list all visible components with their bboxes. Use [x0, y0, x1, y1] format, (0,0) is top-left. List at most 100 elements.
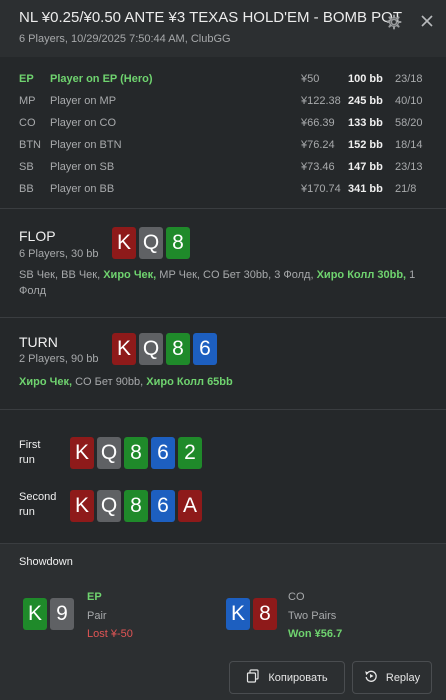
- playing-card: K: [112, 333, 136, 365]
- showdown-right-result: Won ¥56.7: [288, 628, 343, 640]
- player-stats: 18/14: [395, 139, 423, 151]
- hero-action: Хиро Колл 65bb: [146, 376, 233, 388]
- hand-title: NL ¥0.25/¥0.50 ANTE ¥3 TEXAS HOLD'EM - B…: [19, 9, 403, 26]
- copy-icon: [246, 669, 260, 686]
- player-stack-bb: 152 bb: [348, 139, 383, 151]
- playing-card: 6: [193, 333, 217, 365]
- playing-card: 8: [124, 437, 148, 469]
- player-row: SB Player on SB ¥73.46 147 bb 23/13: [0, 157, 446, 179]
- players-panel: EP Player on EP (Hero) ¥50 100 bb 23/18 …: [0, 57, 446, 208]
- player-stack-bb: 133 bb: [348, 117, 383, 129]
- playing-card: 6: [151, 490, 175, 522]
- player-position: MP: [19, 95, 36, 107]
- player-row: BTN Player on BTN ¥76.24 152 bb 18/14: [0, 135, 446, 157]
- player-stack-bb: 245 bb: [348, 95, 383, 107]
- player-name: Player on BTN: [50, 139, 122, 151]
- player-position: EP: [19, 73, 34, 85]
- playing-card: K: [23, 598, 47, 630]
- player-stats: 21/8: [395, 183, 417, 195]
- showdown-right-hand: Two Pairs: [288, 610, 337, 622]
- player-stack-money: ¥122.38: [301, 95, 341, 107]
- player-stats: 23/13: [395, 161, 423, 173]
- first-run-label: First run: [19, 438, 40, 468]
- second-run-cards: K Q 8 6 A: [70, 490, 202, 522]
- copy-button[interactable]: Копировать: [229, 661, 345, 694]
- player-stats: 58/20: [395, 117, 423, 129]
- playing-card: 8: [166, 227, 190, 259]
- playing-card: K: [112, 227, 136, 259]
- showdown-right-cards: K 8: [226, 598, 277, 630]
- showdown-left-result: Lost ¥-50: [87, 628, 133, 640]
- turn-title: TURN: [19, 334, 58, 350]
- turn-section: TURN 2 Players, 90 bb K Q 8 6 Хиро Чек, …: [0, 318, 446, 409]
- flop-players: 6 Players, 30 bb: [19, 248, 99, 260]
- player-position: CO: [19, 117, 36, 129]
- showdown-left-hand: Pair: [87, 610, 107, 622]
- player-stack-bb: 341 bb: [348, 183, 383, 195]
- flop-title: FLOP: [19, 228, 56, 244]
- playing-card: Q: [139, 333, 163, 365]
- player-stack-money: ¥73.46: [301, 161, 335, 173]
- run-label-line: run: [19, 506, 35, 518]
- replay-button-label: Replay: [385, 671, 421, 684]
- playing-card: K: [226, 598, 250, 630]
- player-name: Player on BB: [50, 183, 115, 195]
- player-name: Player on EP (Hero): [50, 73, 153, 85]
- flop-cards: K Q 8: [112, 227, 190, 259]
- hero-action: Хиро Чек,: [103, 269, 157, 281]
- showdown-title: Showdown: [19, 556, 73, 568]
- player-stats: 40/10: [395, 95, 423, 107]
- player-position: BB: [19, 183, 34, 195]
- playing-card: 9: [50, 598, 74, 630]
- player-stats: 23/18: [395, 73, 423, 85]
- showdown-section: Showdown K 9 EP Pair Lost ¥-50 K 8 CO Tw…: [0, 544, 446, 654]
- runs-section: First run K Q 8 6 2 Second run K Q 8 6 A: [0, 410, 446, 543]
- playing-card: Q: [97, 490, 121, 522]
- action-text: CO Бет 90bb,: [72, 376, 147, 388]
- replay-icon: [364, 669, 378, 686]
- showdown-left-position: EP: [87, 591, 102, 603]
- playing-card: 6: [151, 437, 175, 469]
- replay-button[interactable]: Replay: [352, 661, 432, 694]
- hero-action: Хиро Чек,: [19, 376, 73, 388]
- run-label-line: Second: [19, 491, 57, 503]
- player-row: CO Player on CO ¥66.39 133 bb 58/20: [0, 113, 446, 135]
- close-icon[interactable]: [419, 13, 435, 29]
- copy-button-label: Копировать: [268, 671, 328, 684]
- playing-card: A: [178, 490, 202, 522]
- run-label-line: run: [19, 454, 35, 466]
- player-stack-money: ¥76.24: [301, 139, 335, 151]
- playing-card: 2: [178, 437, 202, 469]
- player-stack-money: ¥66.39: [301, 117, 335, 129]
- playing-card: Q: [97, 437, 121, 469]
- gear-icon[interactable]: [386, 14, 402, 30]
- hand-subtitle: 6 Players, 10/29/2025 7:50:44 AM, ClubGG: [19, 33, 231, 45]
- playing-card: K: [70, 437, 94, 469]
- first-run-cards: K Q 8 6 2: [70, 437, 202, 469]
- flop-section: FLOP 6 Players, 30 bb K Q 8 SB Чек, BB Ч…: [0, 209, 446, 317]
- action-text: SB Чек, BB Чек,: [19, 269, 104, 281]
- player-stack-bb: 147 bb: [348, 161, 383, 173]
- showdown-left-cards: K 9: [23, 598, 74, 630]
- turn-players: 2 Players, 90 bb: [19, 353, 99, 365]
- footer-bar: Копировать Replay: [0, 655, 446, 700]
- player-stack-bb: 100 bb: [348, 73, 383, 85]
- playing-card: Q: [139, 227, 163, 259]
- turn-cards: K Q 8 6: [112, 333, 217, 365]
- playing-card: 8: [253, 598, 277, 630]
- hand-header: NL ¥0.25/¥0.50 ANTE ¥3 TEXAS HOLD'EM - B…: [0, 0, 446, 56]
- flop-actions: SB Чек, BB Чек, Хиро Чек, MP Чек, CO Бет…: [19, 267, 419, 299]
- player-row: BB Player on BB ¥170.74 341 bb 21/8: [0, 179, 446, 201]
- turn-actions: Хиро Чек, CO Бет 90bb, Хиро Колл 65bb: [19, 374, 419, 390]
- player-row: EP Player on EP (Hero) ¥50 100 bb 23/18: [0, 69, 446, 91]
- playing-card: 8: [124, 490, 148, 522]
- hero-action: Хиро Колл 30bb,: [316, 269, 407, 281]
- showdown-right-position: CO: [288, 591, 305, 603]
- player-name: Player on MP: [50, 95, 117, 107]
- player-name: Player on SB: [50, 161, 115, 173]
- player-stack-money: ¥170.74: [301, 183, 341, 195]
- player-position: SB: [19, 161, 34, 173]
- player-name: Player on CO: [50, 117, 117, 129]
- action-text: MP Чек, CO Бет 30bb, 3 Фолд,: [156, 269, 317, 281]
- run-label-line: First: [19, 439, 41, 451]
